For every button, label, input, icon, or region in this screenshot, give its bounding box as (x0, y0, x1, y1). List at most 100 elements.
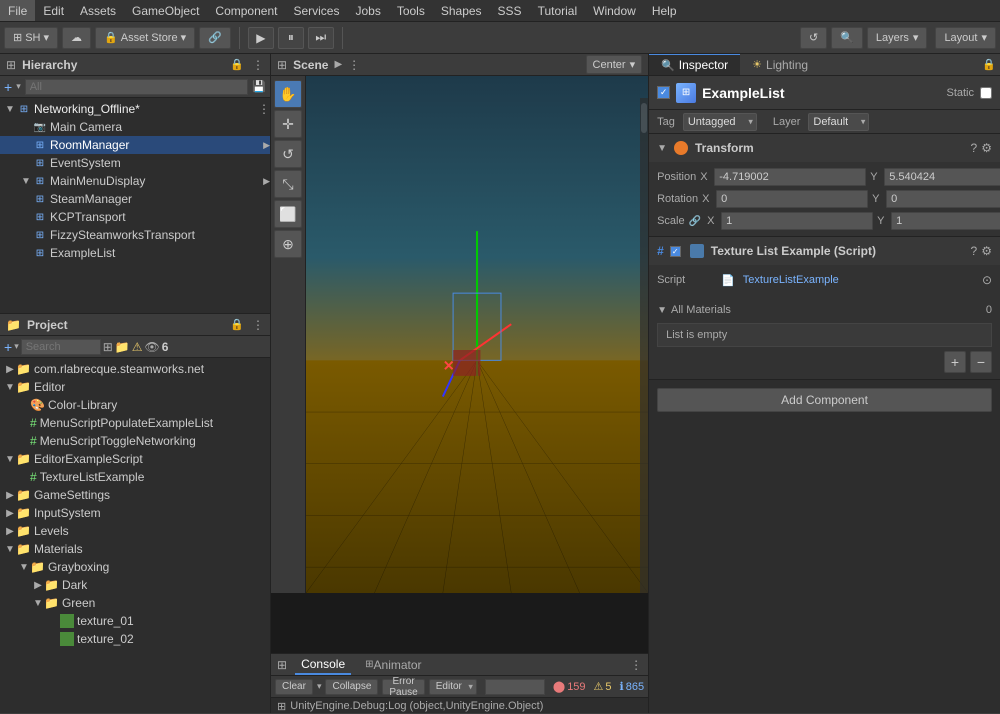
hierarchy-lock-icon[interactable]: 🔒 (230, 58, 244, 72)
script-circle-btn[interactable]: ⊙ (982, 273, 992, 287)
tree-item-roommanager[interactable]: ⊞ RoomManager ▶ (0, 136, 270, 154)
proj-item-menuscript2[interactable]: # MenuScriptToggleNetworking (0, 432, 270, 450)
undo-history-btn[interactable]: ↺ (800, 27, 827, 49)
position-x-input[interactable] (714, 168, 866, 186)
center-dropdown[interactable]: Center ▾ (586, 55, 643, 74)
menu-file[interactable]: File (0, 0, 35, 21)
pause-btn[interactable]: ⏸ (278, 27, 304, 49)
scale-tool-btn[interactable]: ⤡ (274, 170, 302, 198)
inspector-tab-lighting[interactable]: ☀ Lighting (740, 54, 820, 75)
proj-item-steamworks[interactable]: ▶ 📁 com.rlabrecque.steamworks.net (0, 360, 270, 378)
menu-shapes[interactable]: Shapes (433, 0, 490, 21)
script-help-icon[interactable]: ? (971, 244, 978, 258)
project-lock-icon[interactable]: 🔒 (230, 318, 244, 332)
proj-item-levels[interactable]: ▶ 📁 Levels (0, 522, 270, 540)
tree-item-networking[interactable]: ▼ ⊞ Networking_Offline* ⋮ (0, 100, 270, 118)
proj-item-green[interactable]: ▼ 📁 Green (0, 594, 270, 612)
scale-y-input[interactable] (891, 212, 1000, 230)
menu-tutorial[interactable]: Tutorial (530, 0, 586, 21)
hierarchy-search-input[interactable] (25, 79, 249, 95)
layer-select[interactable]: Default (808, 113, 869, 131)
console-search-input[interactable] (485, 679, 545, 695)
proj-item-texture02[interactable]: texture_02 (0, 630, 270, 648)
transform-header[interactable]: ▼ Transform ? ⚙ (649, 134, 1000, 162)
console-tab-animator[interactable]: ⊞ Animator (359, 654, 427, 675)
tag-select[interactable]: Untagged (683, 113, 757, 131)
rotate-tool-btn[interactable]: ↺ (274, 140, 302, 168)
hand-tool-btn[interactable]: ✋ (274, 80, 302, 108)
transform-help-icon[interactable]: ? (971, 141, 978, 155)
go-name[interactable]: ExampleList (702, 85, 940, 101)
proj-item-menuscript1[interactable]: # MenuScriptPopulateExampleList (0, 414, 270, 432)
rect-tool-btn[interactable]: ⬜ (274, 200, 302, 228)
tree-item-mainmenudisplay[interactable]: ▼ ⊞ MainMenuDisplay ▶ (0, 172, 270, 190)
proj-item-editor[interactable]: ▼ 📁 Editor (0, 378, 270, 396)
project-add-icon[interactable]: + (4, 339, 12, 355)
tree-item-eventsystem[interactable]: ⊞ EventSystem (0, 154, 270, 172)
error-pause-btn[interactable]: Error Pause (382, 679, 424, 695)
move-tool-btn[interactable]: ✛ (274, 110, 302, 138)
asset-store-btn[interactable]: 🔒 Asset Store ▾ (95, 27, 195, 49)
menu-help[interactable]: Help (644, 0, 685, 21)
add-arrow-icon[interactable]: ▾ (16, 81, 21, 92)
script-enabled-checkbox[interactable]: ✓ (670, 246, 681, 257)
menu-assets[interactable]: Assets (72, 0, 124, 21)
go-enabled-checkbox[interactable]: ✓ (657, 86, 670, 99)
list-remove-btn[interactable]: − (970, 351, 992, 373)
project-filter-icon[interactable]: ⊞ (103, 340, 113, 354)
proj-item-colorlib[interactable]: 🎨 Color-Library (0, 396, 270, 414)
tree-item-kcptransport[interactable]: ⊞ KCPTransport (0, 208, 270, 226)
step-btn[interactable]: ⏭ (308, 27, 334, 49)
proj-item-texturelist[interactable]: # TextureListExample (0, 468, 270, 486)
tree-item-examplelist[interactable]: ⊞ ExampleList (0, 244, 270, 262)
script-file-value[interactable]: TextureListExample (743, 274, 978, 286)
add-component-btn[interactable]: Add Component (657, 388, 992, 412)
add-icon[interactable]: + (4, 79, 12, 95)
scale-x-input[interactable] (721, 212, 873, 230)
cloud-btn[interactable]: ☁ (62, 27, 91, 49)
project-search-input[interactable] (21, 339, 101, 355)
tree-item-steammanager[interactable]: ⊞ SteamManager (0, 190, 270, 208)
tree-item-maincam[interactable]: 📷 Main Camera (0, 118, 270, 136)
static-checkbox[interactable] (980, 87, 992, 99)
play-btn[interactable]: ▶ (248, 27, 274, 49)
menu-tools[interactable]: Tools (389, 0, 433, 21)
inspector-lock-icon[interactable]: 🔒 (982, 58, 996, 71)
materials-arrow-icon[interactable]: ▼ (657, 305, 667, 316)
transform-settings-icon[interactable]: ⚙ (981, 141, 992, 155)
proj-item-gamesettings[interactable]: ▶ 📁 GameSettings (0, 486, 270, 504)
menu-component[interactable]: Component (207, 0, 285, 21)
sh-dropdown-btn[interactable]: ⊞ SH ▾ (4, 27, 58, 49)
proj-item-dark[interactable]: ▶ 📁 Dark (0, 576, 270, 594)
project-folder-btn[interactable]: 📁 (115, 340, 130, 354)
proj-item-materials[interactable]: ▼ 📁 Materials (0, 540, 270, 558)
console-more-icon[interactable]: ⋮ (630, 658, 642, 672)
transform-tool-btn[interactable]: ⊕ (274, 230, 302, 258)
menu-services[interactable]: Services (285, 0, 347, 21)
search-btn[interactable]: 🔍 (831, 27, 863, 49)
proj-item-grayboxing[interactable]: ▼ 📁 Grayboxing (0, 558, 270, 576)
hierarchy-more-icon[interactable]: ⋮ (252, 58, 264, 72)
proj-item-texture01[interactable]: texture_01 (0, 612, 270, 630)
menu-sss[interactable]: SSS (490, 0, 530, 21)
clear-dropdown-arrow[interactable]: ▾ (317, 681, 322, 692)
console-tab-console[interactable]: Console (295, 654, 351, 675)
rotation-y-input[interactable] (886, 190, 1000, 208)
list-add-btn[interactable]: + (944, 351, 966, 373)
clear-btn[interactable]: Clear (275, 679, 313, 695)
tree-item-fizzytransport[interactable]: ⊞ FizzySteamworksTransport (0, 226, 270, 244)
layout-dropdown[interactable]: Layout ▾ (935, 27, 996, 49)
project-more-icon[interactable]: ⋮ (252, 318, 264, 332)
menu-window[interactable]: Window (585, 0, 644, 21)
menu-jobs[interactable]: Jobs (347, 0, 388, 21)
project-eye-icon[interactable]: 👁 (145, 340, 160, 354)
script-component-header[interactable]: # ✓ Texture List Example (Script) ? ⚙ (649, 237, 1000, 265)
editor-dropdown-btn[interactable]: Editor (429, 679, 477, 695)
inspector-tab-inspector[interactable]: 🔍 Inspector (649, 54, 740, 75)
script-settings-icon[interactable]: ⚙ (981, 244, 992, 258)
position-y-input[interactable] (884, 168, 1000, 186)
menu-edit[interactable]: Edit (35, 0, 72, 21)
scene-more-icon[interactable]: ⋮ (348, 58, 360, 72)
project-add-arrow[interactable]: ▾ (14, 341, 19, 352)
menu-gameobject[interactable]: GameObject (124, 0, 207, 21)
